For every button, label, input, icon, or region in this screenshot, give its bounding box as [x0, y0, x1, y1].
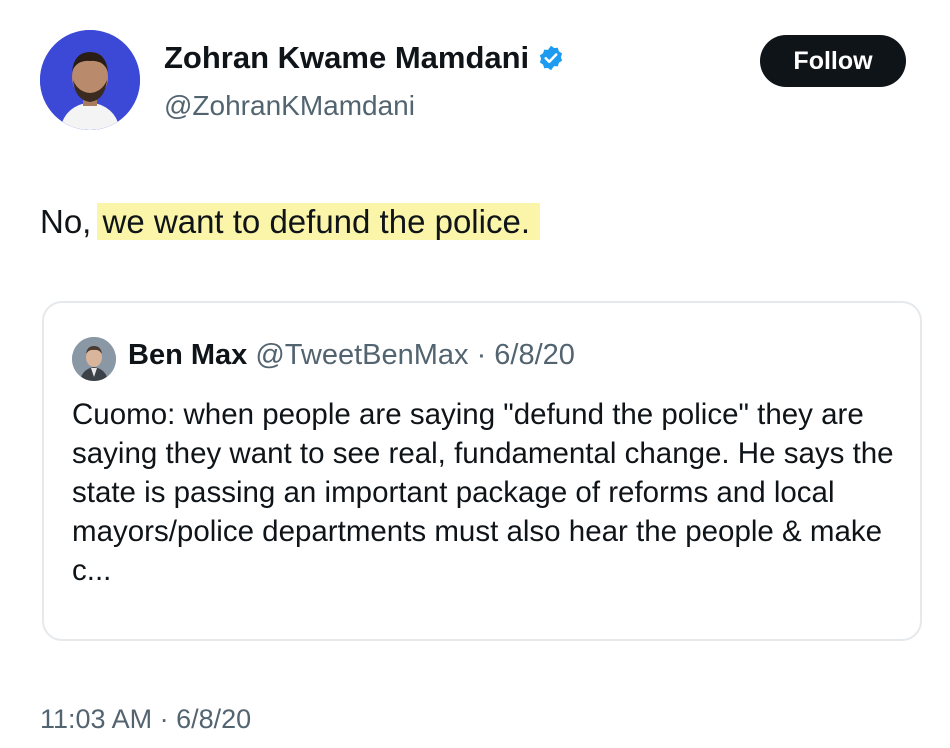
author-avatar-image: [40, 30, 140, 130]
tweet-text-highlight: we want to defund the police.: [96, 203, 540, 240]
quote-tweet-card[interactable]: Ben Max @TweetBenMax · 6/8/20 Cuomo: whe…: [42, 301, 922, 641]
tweet-timestamp[interactable]: 11:03 AM · 6/8/20: [40, 706, 251, 733]
quote-author-handle[interactable]: @TweetBenMax: [255, 339, 468, 371]
quote-avatar-image: [72, 337, 116, 381]
quote-text: Cuomo: when people are saying "defund th…: [72, 398, 894, 587]
follow-button[interactable]: Follow: [760, 35, 906, 87]
tweet-text: No, we want to defund the police.: [40, 202, 540, 242]
tweet-text-prefix: No,: [40, 203, 101, 240]
author-handle[interactable]: @ZohranKMamdani: [164, 92, 415, 120]
verified-badge-icon: [537, 44, 565, 72]
quote-date: · 6/8/20: [476, 339, 575, 371]
quote-author-name[interactable]: Ben Max: [128, 339, 247, 371]
author-name-text: Zohran Kwame Mamdani: [164, 40, 530, 75]
author-avatar[interactable]: [40, 30, 140, 130]
quote-header: Ben Max @TweetBenMax · 6/8/20: [128, 341, 575, 370]
author-name[interactable]: Zohran Kwame Mamdani: [164, 42, 565, 73]
quote-author-avatar[interactable]: [72, 337, 116, 381]
